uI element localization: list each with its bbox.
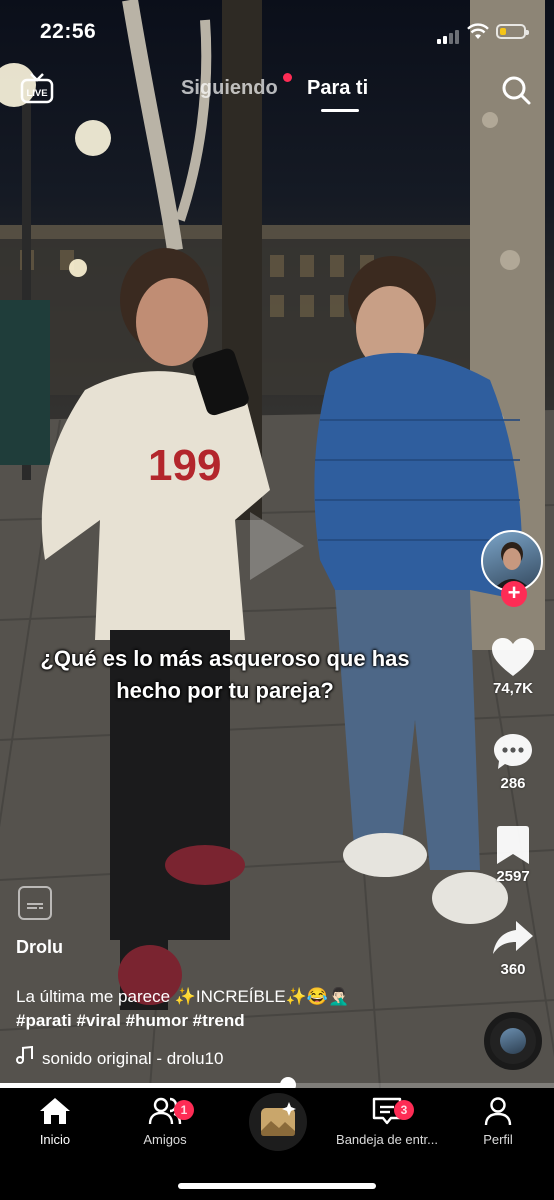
post-description: La última me parece ✨INCREÍBLE✨😂🤦🏻‍♂️ (16, 987, 350, 1006)
nav-profile-label: Perfil (483, 1132, 513, 1147)
cellular-signal-icon (437, 26, 461, 44)
save-count: 2597 (496, 868, 530, 885)
video-player[interactable]: 199 (0, 0, 554, 1088)
home-indicator (178, 1183, 376, 1189)
top-navigation: LIVE Siguiendo Para ti (0, 62, 554, 122)
nav-inbox[interactable]: Bandeja de entr... 3 (332, 1096, 442, 1147)
friends-notification-badge: 1 (174, 1100, 194, 1120)
following-notification-dot (283, 73, 292, 82)
creator-avatar[interactable]: + (481, 530, 545, 607)
heart-icon (492, 638, 534, 676)
sound-name: sonido original - drolu10 (42, 1049, 224, 1068)
create-button[interactable] (249, 1093, 307, 1151)
profile-icon (484, 1097, 512, 1126)
battery-level (500, 28, 506, 35)
nav-home[interactable]: Inicio (0, 1096, 110, 1147)
share-button[interactable]: 360 (478, 917, 548, 978)
comment-count: 286 (500, 775, 526, 792)
create-icon (261, 1102, 296, 1136)
comment-button[interactable]: 286 (478, 731, 548, 792)
search-icon[interactable] (500, 74, 532, 106)
status-time: 22:56 (40, 20, 97, 43)
follow-plus-button[interactable]: + (501, 581, 527, 607)
nav-home-label: Inicio (39, 1132, 71, 1147)
comment-icon (494, 734, 532, 769)
tab-for-you[interactable]: Para ti (307, 77, 368, 100)
home-icon (40, 1098, 70, 1124)
nav-inbox-label: Bandeja de entr... (336, 1132, 438, 1147)
caption-line-2: hecho por tu pareja? (116, 678, 334, 703)
share-count: 360 (500, 961, 526, 978)
tiktok-screen: 199 22:56 LIVE Siguiendo Para ti ¿Qué es… (0, 0, 554, 1200)
status-bar: 22:56 (0, 0, 554, 62)
nav-friends[interactable]: Amigos 1 (110, 1096, 220, 1147)
post-hashtags[interactable]: #parati #viral #humor #trend (16, 1011, 245, 1031)
caption-line-1: ¿Qué es lo más asqueroso que has (40, 646, 410, 671)
like-button[interactable]: 74,7K (478, 636, 548, 697)
bookmark-icon (497, 826, 529, 864)
wifi-icon (467, 23, 489, 39)
captions-glyph (27, 903, 43, 909)
tab-following[interactable]: Siguiendo (181, 77, 278, 100)
live-icon[interactable]: LIVE (20, 72, 54, 106)
inbox-notification-badge: 3 (394, 1100, 414, 1120)
sound-link[interactable]: sonido original - drolu10 (16, 1045, 224, 1069)
nav-friends-label: Amigos (143, 1132, 187, 1147)
sound-disc-cover (500, 1028, 526, 1054)
creator-username[interactable]: Drolu (16, 937, 63, 958)
paused-play-icon (250, 512, 304, 580)
share-arrow-icon (493, 921, 533, 954)
music-note-icon (16, 1045, 36, 1069)
video-caption: ¿Qué es lo más asqueroso que has hecho p… (0, 643, 450, 707)
svg-text:LIVE: LIVE (26, 88, 47, 99)
svg-text:199: 199 (148, 441, 221, 490)
captions-toggle-icon[interactable] (18, 886, 52, 920)
battery-icon (496, 24, 529, 39)
sound-disc-icon[interactable] (484, 1012, 542, 1070)
nav-profile[interactable]: Perfil (443, 1096, 553, 1147)
save-button[interactable]: 2597 (478, 824, 548, 885)
active-tab-indicator (321, 109, 359, 112)
like-count: 74,7K (492, 680, 534, 697)
